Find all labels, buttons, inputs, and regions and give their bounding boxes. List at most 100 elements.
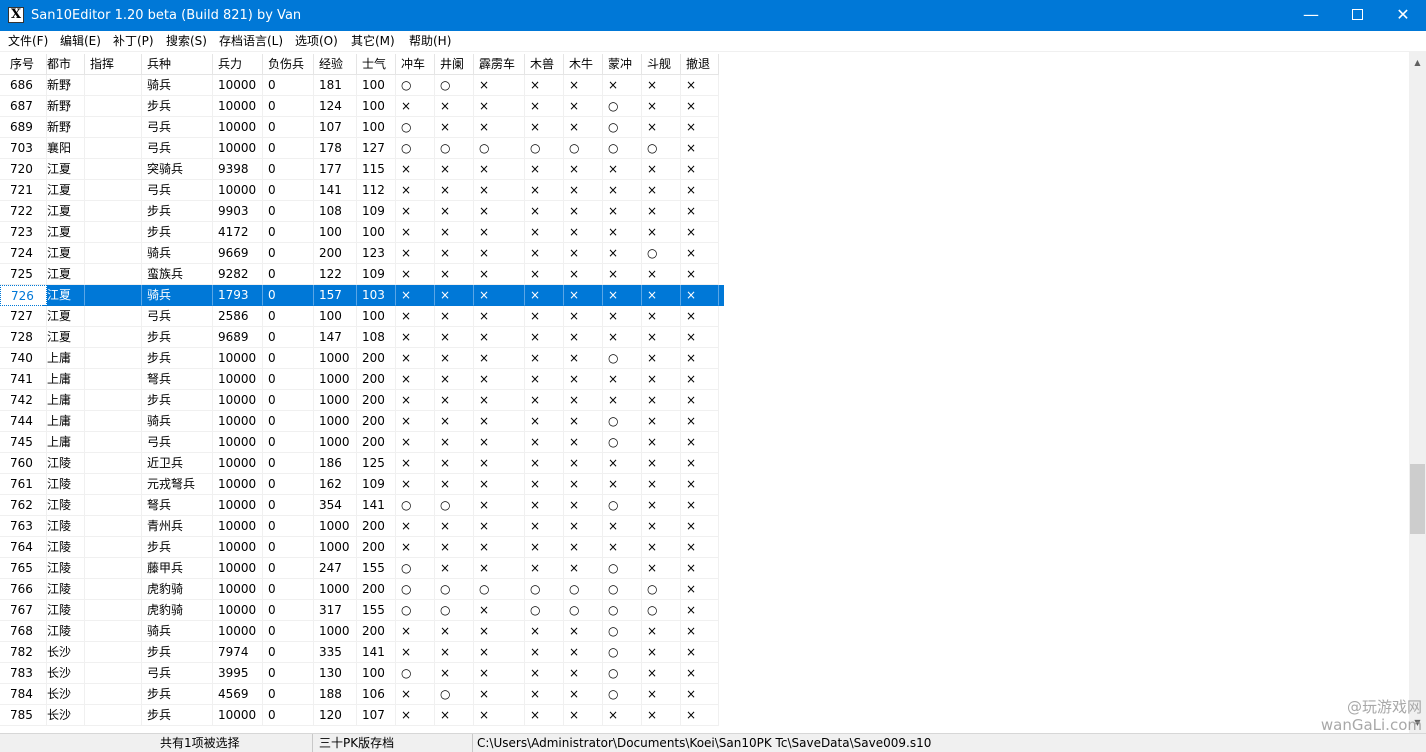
app-icon[interactable]: X (8, 7, 24, 23)
table-cell: 0 (263, 453, 314, 474)
menu-item-3[interactable]: 搜索(S) (161, 31, 212, 51)
table-cell: ○ (435, 75, 474, 96)
menu-item-0[interactable]: 文件(F) (3, 31, 53, 51)
table-row[interactable]: 727 江夏 弓兵 2586 0 100 100 × × × × × × × × (0, 306, 724, 327)
table-row[interactable]: 764 江陵 步兵 10000 0 1000 200 × × × × × × × × (0, 537, 724, 558)
menu-item-6[interactable]: 其它(M) (346, 31, 400, 51)
table-cell: × (396, 180, 435, 201)
scroll-thumb[interactable] (1410, 464, 1425, 534)
table-cell: × (525, 117, 564, 138)
table-cell: 141 (357, 495, 396, 516)
column-header[interactable]: 指挥 (85, 54, 142, 75)
table-row[interactable]: 763 江陵 青州兵 10000 0 1000 200 × × × × × × × × (0, 516, 724, 537)
table-cell: 10000 (213, 516, 263, 537)
table-row[interactable]: 720 江夏 突骑兵 9398 0 177 115 × × × × × × × × (0, 159, 724, 180)
table-cell: 765 (0, 558, 47, 579)
column-header[interactable]: 霹雳车 (474, 54, 525, 75)
scroll-up-icon[interactable]: ▲ (1409, 54, 1426, 71)
table-cell (85, 621, 142, 642)
column-header[interactable]: 井阑 (435, 54, 474, 75)
table-cell: 新野 (42, 75, 85, 96)
table-row[interactable]: 782 长沙 步兵 7974 0 335 141 × × × × × ○ × × (0, 642, 724, 663)
table-row[interactable]: 744 上庸 骑兵 10000 0 1000 200 × × × × × ○ × × (0, 411, 724, 432)
column-header[interactable]: 兵力 (213, 54, 263, 75)
table-row[interactable]: 785 长沙 步兵 10000 0 120 107 × × × × × × × × (0, 705, 724, 726)
close-button[interactable]: ✕ (1380, 0, 1426, 31)
table-cell: 100 (357, 222, 396, 243)
menu-item-1[interactable]: 编辑(E) (55, 31, 106, 51)
table-cell: × (525, 642, 564, 663)
table-cell: × (564, 285, 603, 306)
table-cell: 200 (357, 348, 396, 369)
column-header[interactable]: 负伤兵 (263, 54, 314, 75)
table-row[interactable]: 767 江陵 虎豹骑 10000 0 317 155 ○ ○ × ○ ○ ○ ○ × (0, 600, 724, 621)
maximize-button[interactable] (1334, 0, 1380, 31)
table-cell: × (564, 453, 603, 474)
table-cell: 703 (0, 138, 47, 159)
table-cell: × (525, 537, 564, 558)
table-row[interactable]: 687 新野 步兵 10000 0 124 100 × × × × × ○ × × (0, 96, 724, 117)
column-header[interactable]: 兵种 (142, 54, 213, 75)
menu-item-4[interactable]: 存档语言(L) (214, 31, 288, 51)
table-cell: ○ (642, 138, 681, 159)
table-row[interactable]: 761 江陵 元戎弩兵 10000 0 162 109 × × × × × × × × (0, 474, 724, 495)
column-header[interactable]: 经验 (314, 54, 357, 75)
table-cell: 123 (357, 243, 396, 264)
column-header[interactable]: 都市 (42, 54, 85, 75)
table-cell: × (642, 684, 681, 705)
table-cell: × (603, 369, 642, 390)
table-row[interactable]: 745 上庸 弓兵 10000 0 1000 200 × × × × × ○ × × (0, 432, 724, 453)
menu-item-2[interactable]: 补丁(P) (108, 31, 159, 51)
table-cell: ○ (396, 138, 435, 159)
column-header[interactable]: 蒙冲 (603, 54, 642, 75)
table-row[interactable]: 762 江陵 弩兵 10000 0 354 141 ○ ○ × × × ○ × × (0, 495, 724, 516)
table-cell: 弓兵 (142, 180, 213, 201)
column-header[interactable]: 士气 (357, 54, 396, 75)
table-cell: × (474, 432, 525, 453)
column-header[interactable]: 木兽 (525, 54, 564, 75)
table-row[interactable]: 768 江陵 骑兵 10000 0 1000 200 × × × × × ○ × × (0, 621, 724, 642)
table-row[interactable]: 741 上庸 弩兵 10000 0 1000 200 × × × × × × × × (0, 369, 724, 390)
column-header[interactable]: 撤退 (681, 54, 719, 75)
column-header[interactable]: 斗舰 (642, 54, 681, 75)
table-cell: × (642, 327, 681, 348)
table-cell: × (642, 390, 681, 411)
table-row[interactable]: 689 新野 弓兵 10000 0 107 100 ○ × × × × ○ × × (0, 117, 724, 138)
table-row[interactable]: 760 江陵 近卫兵 10000 0 186 125 × × × × × × × × (0, 453, 724, 474)
column-header[interactable]: 序号 (0, 54, 47, 75)
column-header[interactable]: 木牛 (564, 54, 603, 75)
minimize-button[interactable]: — (1288, 0, 1334, 31)
table-cell (85, 663, 142, 684)
table-row[interactable]: 766 江陵 虎豹骑 10000 0 1000 200 ○ ○ ○ ○ ○ ○ ○ × (0, 579, 724, 600)
table-cell: 10000 (213, 537, 263, 558)
table-row[interactable]: 724 江夏 骑兵 9669 0 200 123 × × × × × × ○ × (0, 243, 724, 264)
table-row[interactable]: 740 上庸 步兵 10000 0 1000 200 × × × × × ○ × × (0, 348, 724, 369)
table-header: 序号 都市 指挥 兵种 兵力 负伤兵 经验 士气 冲车 井阑 霹雳车 木兽 木牛 蒙冲 斗舰 撤退 (0, 54, 724, 75)
table-row[interactable]: 723 江夏 步兵 4172 0 100 100 × × × × × × × × (0, 222, 724, 243)
table-row[interactable]: 726 江夏 骑兵 1793 0 157 103 × × × × × × × × (0, 285, 724, 306)
table-row[interactable]: 784 长沙 步兵 4569 0 188 106 × ○ × × × ○ × × (0, 684, 724, 705)
table-cell (85, 390, 142, 411)
table-row[interactable]: 722 江夏 步兵 9903 0 108 109 × × × × × × × × (0, 201, 724, 222)
table-row[interactable]: 725 江夏 蛮族兵 9282 0 122 109 × × × × × × × × (0, 264, 724, 285)
table-cell: 741 (0, 369, 47, 390)
table-cell: × (396, 222, 435, 243)
table-cell: × (435, 390, 474, 411)
table-cell (85, 474, 142, 495)
column-header[interactable]: 冲车 (396, 54, 435, 75)
table-cell (85, 201, 142, 222)
table-row[interactable]: 721 江夏 弓兵 10000 0 141 112 × × × × × × × × (0, 180, 724, 201)
table-cell: × (642, 411, 681, 432)
table-row[interactable]: 703 襄阳 弓兵 10000 0 178 127 ○ ○ ○ ○ ○ ○ ○ × (0, 138, 724, 159)
table-row[interactable]: 728 江夏 步兵 9689 0 147 108 × × × × × × × × (0, 327, 724, 348)
table-row[interactable]: 765 江陵 藤甲兵 10000 0 247 155 ○ × × × × ○ × × (0, 558, 724, 579)
menu-item-5[interactable]: 选项(O) (290, 31, 343, 51)
table-row[interactable]: 686 新野 骑兵 10000 0 181 100 ○ ○ × × × × × × (0, 75, 724, 96)
vertical-scrollbar[interactable]: ▲ ▼ (1409, 52, 1426, 733)
table-row[interactable]: 783 长沙 弓兵 3995 0 130 100 ○ × × × × ○ × × (0, 663, 724, 684)
table-cell: × (474, 390, 525, 411)
menu-item-7[interactable]: 帮助(H) (404, 31, 456, 51)
table-cell: × (474, 327, 525, 348)
table-row[interactable]: 742 上庸 步兵 10000 0 1000 200 × × × × × × × × (0, 390, 724, 411)
table-cell: ○ (435, 684, 474, 705)
